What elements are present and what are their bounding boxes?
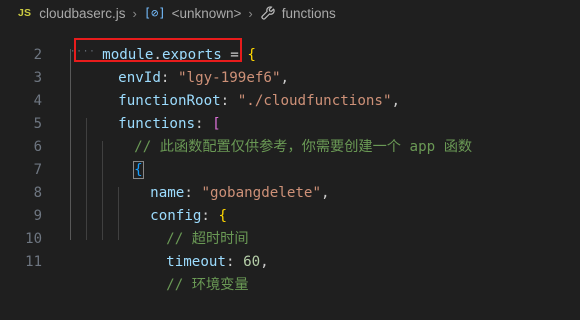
code-line-8: config: { (116, 182, 227, 224)
line-number: 3 (33, 70, 42, 86)
line-number: 11 (25, 254, 42, 270)
function-root-value: "./cloudfunctions" (237, 93, 392, 109)
env-vars-comment: // 环境变量 (166, 277, 249, 293)
breadcrumb-function-name[interactable]: functions (282, 6, 336, 21)
code-line-4: functions: [ (84, 90, 221, 132)
line-number: 9 (33, 208, 42, 224)
comma-token: , (391, 93, 401, 109)
line-number: 8 (33, 185, 42, 201)
code-line-3: functionRoot: "./cloudfunctions", (84, 67, 400, 109)
javascript-file-icon: JS (18, 7, 32, 19)
line-number: 5 (33, 116, 42, 132)
variable-symbol-icon: [⊘] (143, 6, 166, 20)
line-number: 7 (33, 162, 42, 178)
code-line-9: // 超时时间 (132, 205, 248, 247)
wrench-icon (261, 6, 275, 20)
line-number: 2 (33, 47, 42, 63)
code-line-7: name: "gobangdelete", (116, 159, 329, 201)
code-editor[interactable]: module.exports = { ···· 2 3 4 5 6 7 8 9 … (0, 26, 580, 293)
code-line-6: { (100, 136, 144, 179)
line-number: 6 (33, 139, 42, 155)
chevron-right-icon: › (132, 5, 137, 21)
breadcrumb-symbol-name[interactable]: <unknown> (172, 6, 242, 21)
comma-token: , (260, 254, 269, 270)
highlight-annotation-box (74, 38, 242, 62)
chevron-right-icon: › (248, 5, 253, 21)
code-line-5: // 此函数配置仅供参考，你需要创建一个 app 函数 (100, 113, 472, 155)
colon-token: : (220, 93, 238, 109)
breadcrumb-file-name[interactable]: cloudbaserc.js (39, 6, 125, 21)
code-line-11: // 环境变量 (132, 251, 248, 293)
config-comment: // 此函数配置仅供参考，你需要创建一个 app 函数 (134, 139, 473, 155)
comma-token: , (321, 185, 330, 201)
line-number: 4 (33, 93, 42, 109)
